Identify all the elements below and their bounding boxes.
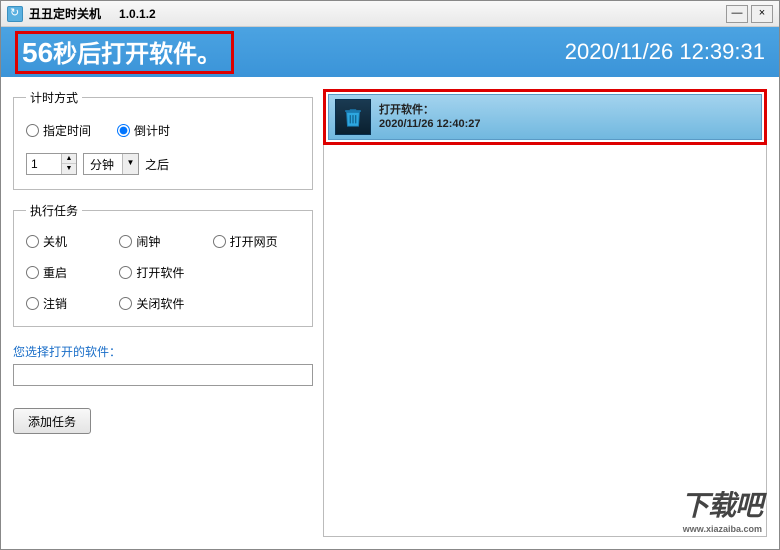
- minimize-button[interactable]: —: [726, 5, 748, 23]
- spinner-buttons: ▲ ▼: [61, 154, 76, 174]
- radio-fixed-input[interactable]: [26, 124, 39, 137]
- radio-countdown-input[interactable]: [117, 124, 130, 137]
- window-controls: — ×: [726, 5, 773, 23]
- left-panel: 计时方式 指定时间 倒计时 ▲ ▼ 分钟 ▼ 之后: [13, 89, 313, 537]
- task-item[interactable]: 打开软件： 2020/11/26 12:40:27: [328, 94, 762, 140]
- watermark: 下载吧 www.xiazaiba.com: [681, 484, 762, 534]
- watermark-main: 下载吧: [681, 490, 762, 521]
- radio-logout[interactable]: 注销: [26, 295, 113, 312]
- task-item-title: 打开软件：: [379, 103, 481, 117]
- countdown-text: 56秒后打开软件。: [22, 41, 221, 68]
- countdown-suffix: 秒后打开软件。: [53, 41, 221, 68]
- after-label: 之后: [145, 156, 169, 173]
- select-software-label: 您选择打开的软件：: [13, 343, 313, 360]
- countdown-config-row: ▲ ▼ 分钟 ▼ 之后: [26, 153, 300, 175]
- app-title: 丑丑定时关机: [29, 5, 101, 22]
- main-content: 计时方式 指定时间 倒计时 ▲ ▼ 分钟 ▼ 之后: [1, 77, 779, 549]
- current-datetime: 2020/11/26 12:39:31: [565, 39, 765, 65]
- unit-select[interactable]: 分钟 ▼: [83, 153, 139, 175]
- number-spinner[interactable]: ▲ ▼: [26, 153, 77, 175]
- countdown-highlight: 56秒后打开软件。: [15, 31, 234, 74]
- radio-countdown[interactable]: 倒计时: [117, 122, 170, 139]
- radio-countdown-label: 倒计时: [134, 122, 170, 139]
- task-item-time: 2020/11/26 12:40:27: [379, 117, 481, 131]
- radio-openapp[interactable]: 打开软件: [119, 264, 206, 281]
- radio-openweb[interactable]: 打开网页: [213, 233, 300, 250]
- title-bar: 丑丑定时关机 1.0.1.2 — ×: [1, 1, 779, 27]
- number-input[interactable]: [27, 154, 61, 174]
- spin-up[interactable]: ▲: [62, 154, 76, 164]
- add-task-button[interactable]: 添加任务: [13, 408, 91, 434]
- trash-svg: [342, 105, 364, 129]
- close-button[interactable]: ×: [751, 5, 773, 23]
- chevron-down-icon[interactable]: ▼: [122, 154, 138, 174]
- task-radio-grid: 关机 闹钟 打开网页 重启 打开软件 注销 关闭软件: [26, 233, 300, 312]
- task-item-info: 打开软件： 2020/11/26 12:40:27: [379, 103, 481, 131]
- trash-icon[interactable]: [335, 99, 371, 135]
- right-panel: 打开软件： 2020/11/26 12:40:27 下载吧 www.xiazai…: [323, 89, 767, 537]
- task-list-highlight: 打开软件： 2020/11/26 12:40:27: [323, 89, 767, 145]
- software-path-input[interactable]: [13, 364, 313, 386]
- countdown-seconds: 56: [22, 37, 53, 68]
- radio-shutdown[interactable]: 关机: [26, 233, 113, 250]
- task-group: 执行任务 关机 闹钟 打开网页 重启 打开软件 注销 关闭软件: [13, 202, 313, 327]
- task-legend: 执行任务: [26, 202, 82, 219]
- app-icon: [7, 6, 23, 22]
- timing-mode-group: 计时方式 指定时间 倒计时 ▲ ▼ 分钟 ▼ 之后: [13, 89, 313, 190]
- radio-closeapp[interactable]: 关闭软件: [119, 295, 206, 312]
- task-list-body: 下载吧 www.xiazaiba.com: [323, 145, 767, 537]
- spin-down[interactable]: ▼: [62, 164, 76, 174]
- unit-value: 分钟: [84, 156, 122, 173]
- radio-alarm[interactable]: 闹钟: [119, 233, 206, 250]
- radio-fixed-label: 指定时间: [43, 122, 91, 139]
- status-banner: 56秒后打开软件。 2020/11/26 12:39:31: [1, 27, 779, 77]
- radio-fixed-time[interactable]: 指定时间: [26, 122, 91, 139]
- watermark-url: www.xiazaiba.com: [681, 524, 762, 534]
- app-version: 1.0.1.2: [119, 7, 156, 21]
- radio-restart[interactable]: 重启: [26, 264, 113, 281]
- timing-legend: 计时方式: [26, 89, 82, 106]
- timing-radio-row: 指定时间 倒计时: [26, 122, 300, 139]
- software-select-section: 您选择打开的软件：: [13, 339, 313, 386]
